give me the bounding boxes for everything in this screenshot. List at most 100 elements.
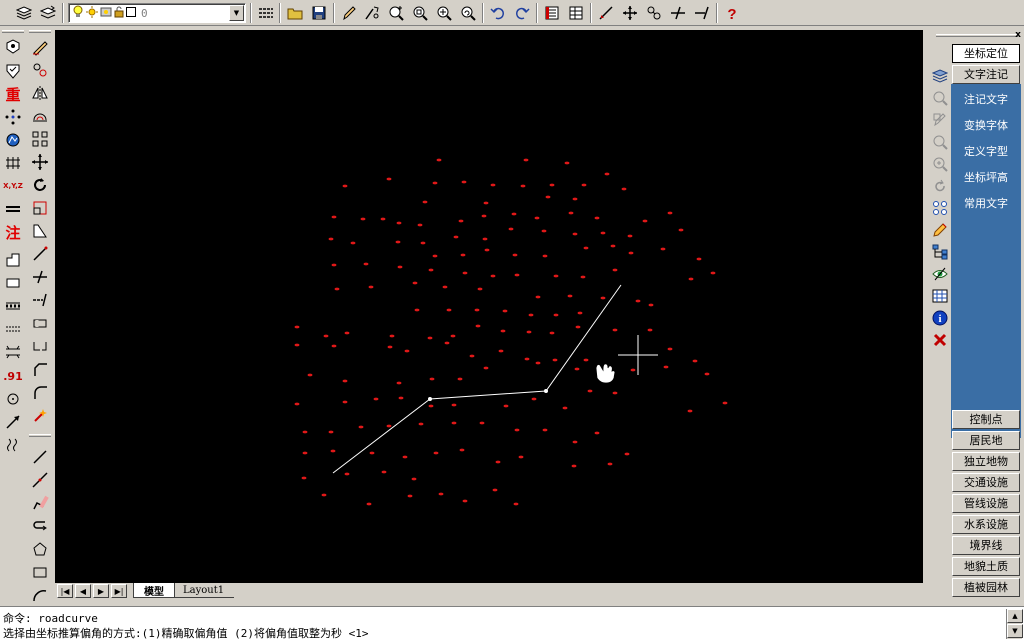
survey-point[interactable] — [612, 328, 618, 332]
survey-point[interactable] — [294, 325, 300, 329]
category-button-8[interactable]: 植被园林 — [952, 578, 1020, 597]
survey-point[interactable] — [407, 494, 413, 498]
survey-point[interactable] — [587, 389, 593, 393]
polyline-vertex[interactable] — [544, 389, 548, 393]
survey-point[interactable] — [334, 287, 340, 291]
survey-point[interactable] — [575, 325, 581, 329]
survey-point[interactable] — [610, 244, 616, 248]
rail-line-icon[interactable] — [1, 295, 25, 317]
line-icon[interactable] — [28, 446, 52, 468]
survey-point[interactable] — [368, 285, 374, 289]
survey-point[interactable] — [503, 404, 509, 408]
shield-tag-icon[interactable] — [1, 60, 25, 82]
move-cross-icon[interactable] — [620, 3, 640, 23]
survey-point[interactable] — [404, 349, 410, 353]
survey-point[interactable] — [583, 358, 589, 362]
survey-point[interactable] — [490, 183, 496, 187]
survey-point[interactable] — [511, 212, 517, 216]
layers-stack-icon[interactable] — [930, 66, 950, 86]
survey-point[interactable] — [402, 455, 408, 459]
survey-point[interactable] — [396, 381, 402, 385]
elevation-label[interactable]: .91 — [1, 365, 25, 387]
pencil-edit-icon[interactable] — [339, 3, 359, 23]
save-disk-icon[interactable] — [309, 3, 329, 23]
survey-point[interactable] — [422, 200, 428, 204]
survey-point[interactable] — [477, 287, 483, 291]
survey-point[interactable] — [330, 449, 336, 453]
node-connect-icon[interactable] — [930, 198, 950, 218]
polyline-icon[interactable] — [28, 492, 52, 514]
survey-point[interactable] — [328, 430, 334, 434]
survey-point[interactable] — [663, 365, 669, 369]
survey-point[interactable] — [386, 424, 392, 428]
survey-point[interactable] — [524, 357, 530, 361]
survey-point[interactable] — [612, 391, 618, 395]
toolbar-grip[interactable] — [29, 30, 51, 33]
survey-point[interactable] — [549, 331, 555, 335]
survey-point[interactable] — [342, 379, 348, 383]
survey-point[interactable] — [411, 477, 417, 481]
survey-point[interactable] — [572, 197, 578, 201]
survey-point[interactable] — [549, 183, 555, 187]
survey-point[interactable] — [344, 472, 350, 476]
survey-point[interactable] — [567, 294, 573, 298]
survey-point[interactable] — [574, 367, 580, 371]
lock-icon[interactable] — [114, 6, 124, 21]
survey-point[interactable] — [428, 268, 434, 272]
survey-point[interactable] — [331, 344, 337, 348]
trim-icon[interactable] — [28, 266, 52, 288]
line-edit-icon[interactable] — [596, 3, 616, 23]
survey-point[interactable] — [678, 228, 684, 232]
survey-point[interactable] — [350, 241, 356, 245]
survey-point[interactable] — [572, 232, 578, 236]
survey-point[interactable] — [542, 428, 548, 432]
survey-point[interactable] — [307, 373, 313, 377]
command-scrollbar[interactable]: ▲ ▼ — [1006, 609, 1023, 639]
submenu-item-2[interactable]: 定义字型 — [951, 142, 1021, 162]
survey-point[interactable] — [294, 343, 300, 347]
survey-point[interactable] — [612, 268, 618, 272]
survey-point[interactable] — [453, 235, 459, 239]
layer-manager-icon[interactable] — [14, 3, 34, 23]
survey-point[interactable] — [535, 295, 541, 299]
lightbulb-icon[interactable] — [72, 5, 84, 22]
trim-icon[interactable] — [668, 3, 688, 23]
redraw-icon[interactable] — [362, 3, 382, 23]
survey-point[interactable] — [438, 492, 444, 496]
xyz-label[interactable]: X,Y,Z — [1, 175, 25, 197]
survey-point[interactable] — [512, 253, 518, 257]
survey-station-icon[interactable] — [1, 129, 25, 151]
survey-point[interactable] — [648, 303, 654, 307]
survey-point[interactable] — [366, 502, 372, 506]
survey-point[interactable] — [542, 254, 548, 258]
dashed-rail-icon[interactable] — [1, 318, 25, 340]
survey-point[interactable] — [451, 421, 457, 425]
layer-previous-icon[interactable] — [38, 3, 58, 23]
first-tab-button[interactable]: |◀ — [57, 584, 73, 598]
survey-point[interactable] — [545, 195, 551, 199]
annotation-label[interactable]: 注 — [1, 221, 25, 243]
survey-point[interactable] — [458, 219, 464, 223]
arc-icon[interactable] — [28, 584, 52, 606]
survey-point[interactable] — [373, 397, 379, 401]
sun-icon[interactable] — [86, 5, 98, 21]
survey-point[interactable] — [429, 377, 435, 381]
survey-point[interactable] — [396, 221, 402, 225]
survey-point[interactable] — [692, 359, 698, 363]
survey-point[interactable] — [594, 431, 600, 435]
layer-combo[interactable]: 0 ▼ — [68, 3, 246, 23]
open-folder-icon[interactable] — [285, 3, 305, 23]
snap-icon[interactable] — [644, 3, 664, 23]
survey-point[interactable] — [627, 234, 633, 238]
eye-select-icon[interactable] — [930, 264, 950, 284]
survey-point[interactable] — [344, 331, 350, 335]
construction-line-icon[interactable] — [28, 469, 52, 491]
rotate-icon[interactable] — [28, 174, 52, 196]
polyline-vertex[interactable] — [428, 397, 432, 401]
survey-point[interactable] — [387, 345, 393, 349]
last-tab-button[interactable]: ▶| — [111, 584, 127, 598]
survey-point[interactable] — [460, 253, 466, 257]
survey-point[interactable] — [381, 470, 387, 474]
survey-point[interactable] — [369, 451, 375, 455]
survey-point[interactable] — [418, 422, 424, 426]
